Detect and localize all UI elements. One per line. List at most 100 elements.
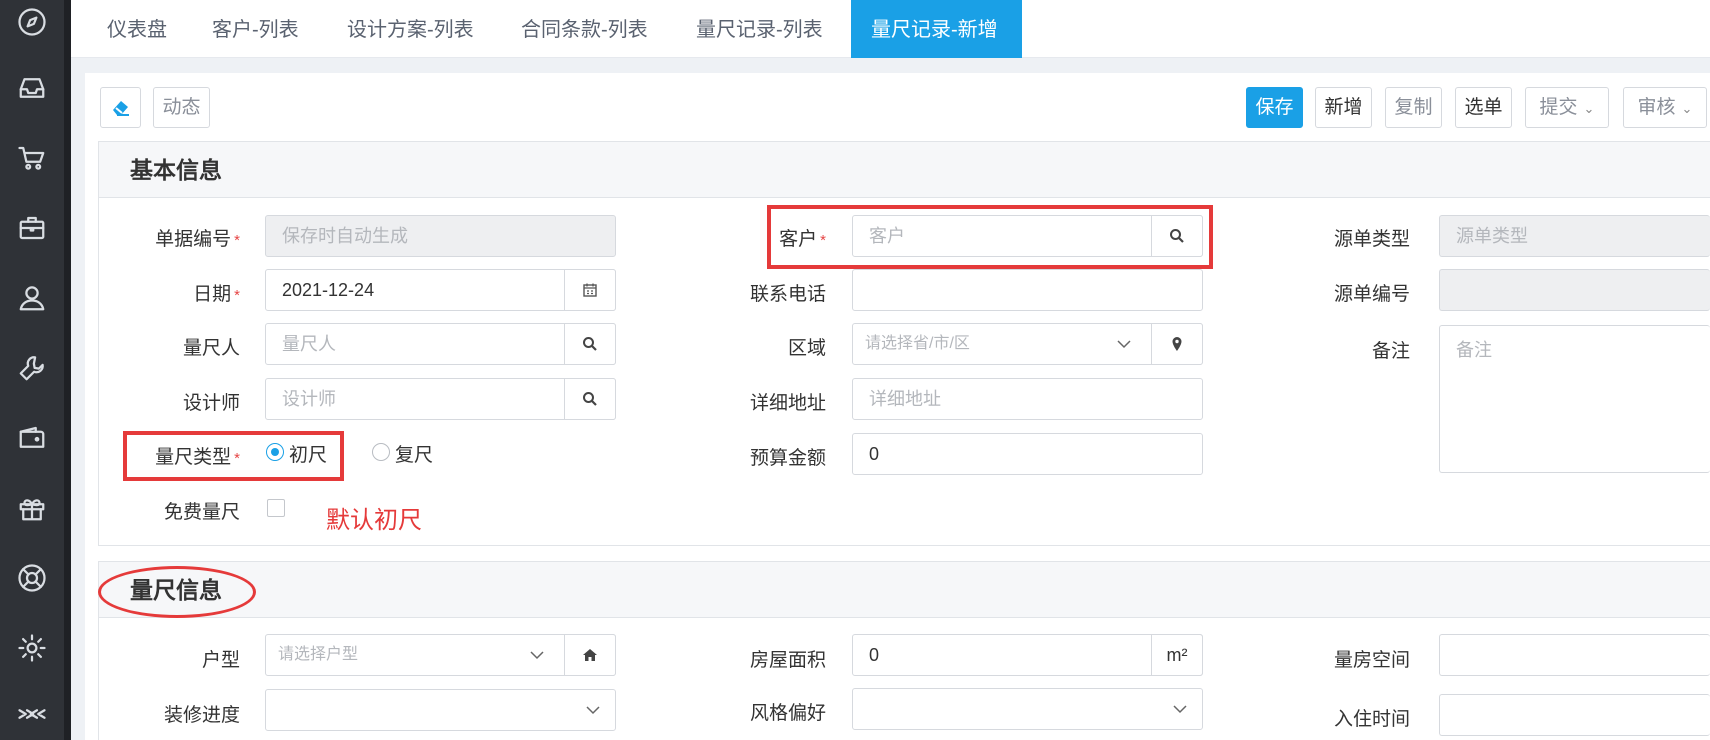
wallet-icon[interactable] [0,412,64,464]
chevron-down-icon [1117,340,1131,349]
remark-label: 备注 [1371,341,1410,362]
annotation-ellipse-measure-info [98,566,256,618]
tab-customer-list[interactable]: 客户-列表 [212,0,299,58]
search-icon [583,337,597,351]
region-label: 区域 [787,338,826,359]
area-field[interactable]: 0 m² [852,634,1203,676]
tab-measure-list[interactable]: 量尺记录-列表 [696,0,823,58]
measurer-search-button[interactable] [564,323,616,365]
radio-recheck[interactable] [372,443,390,461]
chevron-down-icon [1173,705,1187,714]
user-icon[interactable] [0,272,64,324]
basic-info-header: 基本信息 [99,142,1710,198]
cart-icon[interactable] [0,132,64,184]
eraser-icon [112,101,129,116]
progress-label: 装修进度 [163,705,240,726]
wrench-icon[interactable] [0,342,64,394]
source-type-label: 源单类型 [1333,229,1410,250]
tab-measure-new[interactable]: 量尺记录-新增✖ [851,0,1022,101]
budget-field[interactable]: 0 [852,433,1203,475]
house-type-select[interactable]: 请选择户型 [265,634,616,676]
doc-no-field: 保存时自动生成 [265,215,616,257]
designer-search-button[interactable] [564,378,616,420]
source-no-field [1439,269,1710,311]
inbox-icon[interactable] [0,62,64,114]
annotation-box-measure-type [123,431,344,481]
lifebuoy-icon[interactable] [0,552,64,604]
house-type-placeholder: 请选择户型 [278,646,359,663]
move-in-field[interactable] [1439,694,1710,736]
basic-info-title: 基本信息 [130,157,222,183]
submit-label: 提交 [1539,97,1578,118]
save-button[interactable]: 保存 [1246,87,1303,128]
chevron-down-icon [586,706,600,715]
audit-dropdown[interactable]: 审核 ⌄ [1623,87,1707,128]
space-label: 量房空间 [1333,650,1410,671]
briefcase-icon[interactable] [0,202,64,254]
area-label: 房屋面积 [749,650,826,671]
chevron-down-icon [530,651,544,660]
move-in-label: 入住时间 [1333,709,1410,730]
source-type-field: 源单类型 [1439,215,1710,257]
measurer-label: 量尺人 [182,338,240,359]
left-nav-rail [0,0,71,740]
date-value: 2021-12-24 [282,280,375,300]
radio-recheck-label[interactable]: 复尺 [395,440,433,467]
map-marker-icon [1172,337,1182,351]
gift-icon[interactable] [0,482,64,534]
measure-info-header: 量尺信息 [99,562,1710,618]
tab-measure-new-label: 量尺记录-新增 [871,19,998,41]
designer-placeholder: 设计师 [282,389,336,409]
collapse-icon[interactable] [0,688,64,740]
address-label: 详细地址 [749,393,826,414]
budget-label: 预算金额 [749,448,826,469]
copy-button[interactable]: 复制 [1385,87,1442,128]
measurer-placeholder: 量尺人 [282,334,336,354]
region-locate-button[interactable] [1151,323,1203,365]
gear-icon[interactable] [0,622,64,674]
select-button[interactable]: 选单 [1455,87,1512,128]
tab-contract-list[interactable]: 合同条款-列表 [521,0,648,58]
annotation-default-initial: 默认初尺 [326,507,422,534]
source-no-label: 源单编号 [1333,284,1410,305]
annotation-box-customer [767,205,1213,269]
address-field[interactable]: 详细地址 [852,378,1203,420]
eraser-button[interactable] [100,87,141,128]
area-unit: m² [1151,634,1203,676]
doc-no-label: 单据编号 * [155,229,240,250]
submit-dropdown[interactable]: 提交 ⌄ [1525,87,1609,128]
designer-field[interactable]: 设计师 [265,378,616,420]
home-icon [583,649,597,661]
free-measure-checkbox[interactable] [267,499,285,517]
style-select[interactable] [852,688,1203,730]
search-icon [583,392,597,406]
phone-label: 联系电话 [749,284,826,305]
chevron-down-icon: ⌄ [1681,101,1693,116]
date-label: 日期 * [193,284,240,305]
designer-label: 设计师 [182,393,240,414]
progress-select[interactable] [265,689,616,731]
new-button[interactable]: 新增 [1315,87,1372,128]
free-measure-label: 免费量尺 [163,502,240,523]
phone-field[interactable] [852,269,1203,311]
calendar-icon [583,283,597,297]
calendar-button[interactable] [564,269,616,311]
chevron-down-icon: ⌄ [1583,101,1595,116]
date-field[interactable]: 2021-12-24 [265,269,616,311]
tab-design-list[interactable]: 设计方案-列表 [347,0,474,58]
region-placeholder: 请选择省/市/区 [865,335,970,352]
tab-dashboard[interactable]: 仪表盘 [107,0,167,58]
house-type-button[interactable] [564,634,616,676]
region-select[interactable]: 请选择省/市/区 [852,323,1203,365]
remark-textarea[interactable]: 备注 [1439,325,1710,473]
rail-scroll-edge [64,0,71,740]
style-label: 风格偏好 [749,703,826,724]
tab-bar: 仪表盘 客户-列表 设计方案-列表 合同条款-列表 量尺记录-列表 量尺记录-新… [71,0,1710,101]
space-field[interactable] [1439,634,1710,676]
activity-button[interactable]: 动态 [153,87,210,128]
audit-label: 审核 [1637,97,1676,118]
compass-icon[interactable] [0,0,64,48]
measurer-field[interactable]: 量尺人 [265,323,616,365]
area-value: 0 [869,645,880,665]
house-type-label: 户型 [201,650,240,671]
